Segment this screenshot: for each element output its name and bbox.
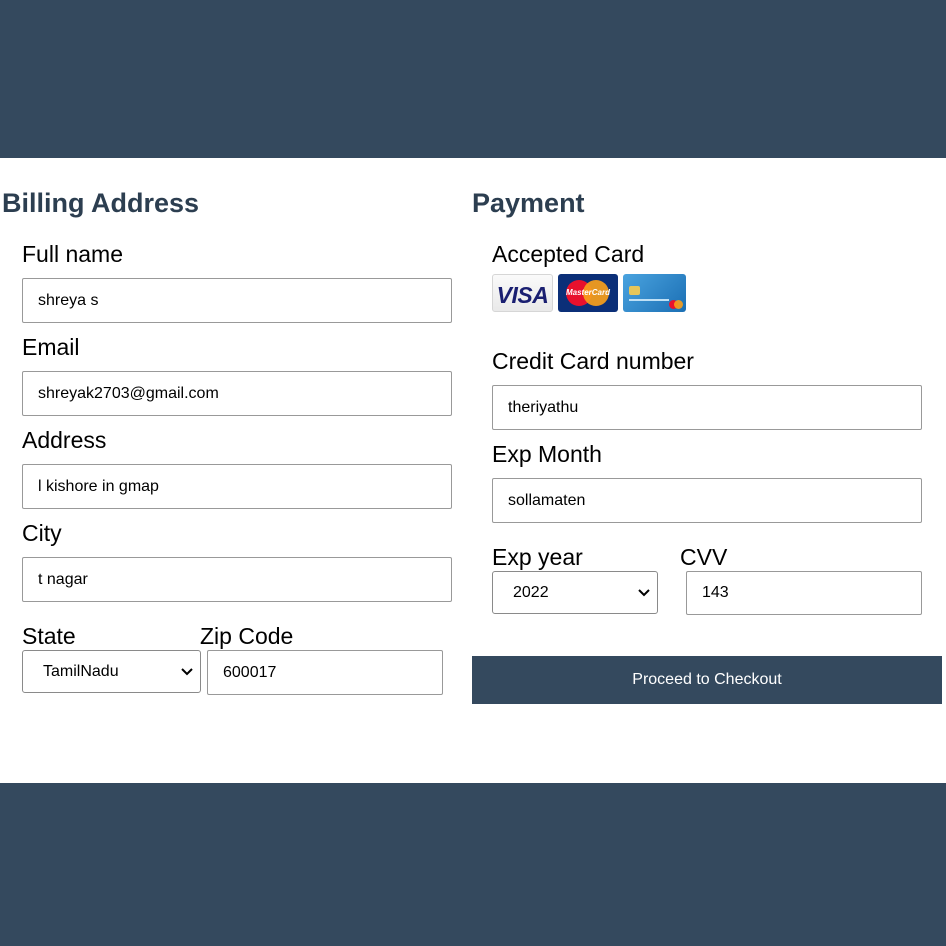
address-label: Address <box>22 427 107 453</box>
exp-month-label: Exp Month <box>492 441 602 467</box>
state-select-value: TamilNadu <box>43 662 119 680</box>
city-label: City <box>22 520 62 546</box>
email-input[interactable] <box>22 371 452 416</box>
card-number-input[interactable] <box>492 385 922 430</box>
zip-code-input[interactable] <box>207 650 443 695</box>
visa-icon: VISA <box>492 274 553 312</box>
email-label: Email <box>22 334 80 360</box>
chevron-down-icon <box>631 588 657 597</box>
exp-year-select-value: 2022 <box>513 583 549 601</box>
cvv-label: CVV <box>680 544 728 570</box>
proceed-to-checkout-button[interactable]: Proceed to Checkout <box>472 656 942 704</box>
accepted-card-label: Accepted Card <box>492 241 645 267</box>
full-name-input[interactable] <box>22 278 452 323</box>
bottom-banner <box>0 783 946 946</box>
exp-month-input[interactable] <box>492 478 922 523</box>
exp-year-select[interactable]: 2022 <box>492 571 658 614</box>
chevron-down-icon <box>174 667 200 676</box>
mastercard-icon: MasterCard <box>558 274 618 312</box>
full-name-label: Full name <box>22 241 123 267</box>
city-input[interactable] <box>22 557 452 602</box>
payment-heading: Payment <box>472 188 585 218</box>
top-banner <box>0 0 946 158</box>
state-label: State <box>22 623 76 649</box>
state-select[interactable]: TamilNadu <box>22 650 201 693</box>
address-input[interactable] <box>22 464 452 509</box>
billing-heading: Billing Address <box>2 188 200 218</box>
cvv-input[interactable] <box>686 571 922 615</box>
exp-year-label: Exp year <box>492 544 583 570</box>
card-number-label: Credit Card number <box>492 348 694 374</box>
zip-code-label: Zip Code <box>200 623 294 649</box>
credit-card-icon <box>623 274 686 312</box>
